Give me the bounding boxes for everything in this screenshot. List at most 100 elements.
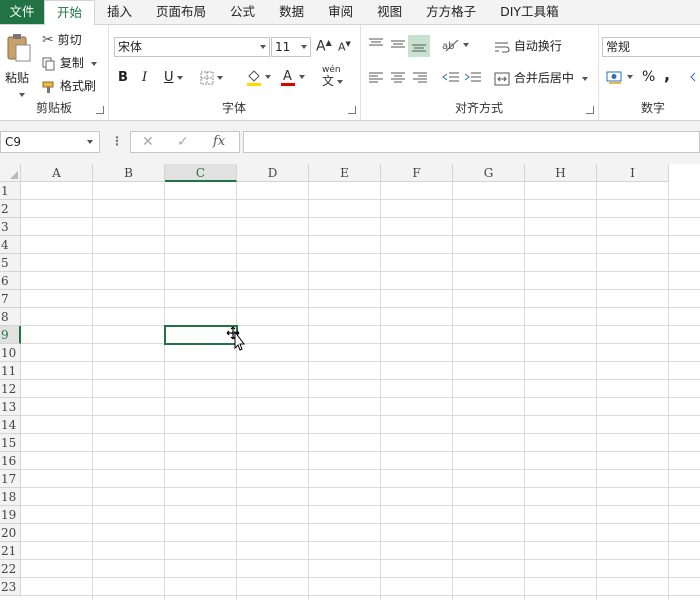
format-painter-button[interactable]: 格式刷 (42, 77, 96, 94)
tab-review[interactable]: 审阅 (316, 0, 365, 24)
align-right-icon[interactable] (412, 71, 428, 83)
column-header-i[interactable]: I (597, 164, 669, 182)
tab-fangfang[interactable]: 方方格子 (414, 0, 488, 24)
row-header-18[interactable]: 18 (0, 488, 21, 506)
tab-formulas[interactable]: 公式 (218, 0, 267, 24)
border-button[interactable] (200, 70, 223, 85)
decrease-indent-icon[interactable] (442, 71, 460, 83)
tab-data[interactable]: 数据 (267, 0, 316, 24)
row-header-19[interactable]: 19 (0, 506, 21, 524)
copy-icon (42, 57, 55, 70)
row-header-5[interactable]: 5 (0, 254, 21, 272)
wrap-text-label: 自动换行 (513, 39, 562, 53)
row-header-6[interactable]: 6 (0, 272, 21, 290)
row-header-13[interactable]: 13 (0, 398, 21, 416)
fill-bucket-icon (247, 70, 261, 86)
column-header-d[interactable]: D (237, 164, 309, 182)
row-header-4[interactable]: 4 (0, 236, 21, 254)
insert-function-icon[interactable]: fx (213, 134, 225, 149)
svg-text:A: A (283, 69, 292, 84)
row-header-22[interactable]: 22 (0, 560, 21, 578)
increase-decimal-icon[interactable] (690, 69, 700, 88)
format-painter-label: 格式刷 (59, 79, 96, 93)
font-color-button[interactable]: A (280, 68, 305, 86)
number-group-label: 数字 (640, 101, 665, 115)
wrap-text-button[interactable]: 自动换行 (494, 37, 562, 54)
column-header-g[interactable]: G (453, 164, 525, 182)
formula-bar-more-icon[interactable]: ⋮ (111, 134, 123, 148)
row-header-8[interactable]: 8 (0, 308, 21, 326)
column-header-b[interactable]: B (93, 164, 165, 182)
merge-dropdown-icon[interactable] (581, 76, 588, 81)
merge-center-button[interactable]: 合并后居中 (494, 69, 588, 86)
bold-button[interactable]: B (118, 70, 128, 85)
confirm-icon[interactable]: ✓ (177, 134, 189, 150)
paste-button[interactable]: 粘贴 (4, 31, 34, 97)
tab-page-layout[interactable]: 页面布局 (144, 0, 218, 24)
worksheet-grid[interactable]: ABCDEFGHI 1 2 3 4 5 6 7 8 9 10 11 12 13 14 15 16 17 18 19 2… (0, 164, 700, 600)
increase-font-button[interactable]: A▲ (316, 38, 332, 55)
font-size-select[interactable]: 11 (271, 37, 311, 57)
row-header-9[interactable]: 9 (0, 326, 21, 344)
phonetic-button[interactable]: wén 文 (322, 65, 344, 88)
row-header-23[interactable]: 23 (0, 578, 21, 596)
select-all-corner[interactable] (0, 164, 21, 182)
column-header-c[interactable]: C (165, 164, 237, 182)
align-bottom-icon (412, 44, 426, 52)
tab-home[interactable]: 开始 (44, 0, 96, 25)
tab-insert[interactable]: 插入 (95, 0, 144, 24)
gridline-horizontal (21, 253, 700, 254)
tab-view[interactable]: 视图 (365, 0, 414, 24)
align-left-icon[interactable] (368, 71, 384, 83)
cancel-icon[interactable]: ✕ (142, 134, 154, 150)
comma-button[interactable]: , (664, 65, 670, 84)
row-header-2[interactable]: 2 (0, 200, 21, 218)
clipboard-dialog-launcher-icon[interactable] (96, 106, 104, 114)
clipboard-group: 粘贴 ✂ 剪切 复制 格式刷 剪贴板 (0, 25, 109, 120)
row-header-15[interactable]: 15 (0, 434, 21, 452)
align-bottom-button[interactable] (408, 35, 430, 57)
row-header-10[interactable]: 10 (0, 344, 21, 362)
row-header-21[interactable]: 21 (0, 542, 21, 560)
row-header-11[interactable]: 11 (0, 362, 21, 380)
gridline-vertical (380, 182, 381, 600)
font-name-select[interactable]: 宋体 (114, 37, 270, 57)
row-header-3[interactable]: 3 (0, 218, 21, 236)
align-middle-icon[interactable] (390, 37, 406, 51)
percent-button[interactable]: % (642, 69, 655, 85)
row-header-16[interactable]: 16 (0, 452, 21, 470)
increase-indent-icon[interactable] (464, 71, 482, 83)
row-header-1[interactable]: 1 (0, 182, 21, 200)
orientation-icon: ab (442, 39, 459, 52)
orientation-button[interactable]: ab (442, 37, 469, 52)
font-dialog-launcher-icon[interactable] (348, 106, 356, 114)
fill-color-button[interactable] (246, 68, 271, 86)
tab-file[interactable]: 文件 (0, 0, 44, 24)
copy-dropdown-icon[interactable] (90, 61, 97, 66)
row-header-14[interactable]: 14 (0, 416, 21, 434)
copy-button[interactable]: 复制 (42, 54, 97, 71)
row-header-20[interactable]: 20 (0, 524, 21, 542)
column-header-e[interactable]: E (309, 164, 381, 182)
underline-button[interactable]: U (164, 70, 183, 85)
row-header-7[interactable]: 7 (0, 290, 21, 308)
alignment-dialog-launcher-icon[interactable] (586, 106, 594, 114)
italic-button[interactable]: I (142, 70, 147, 85)
increase-font-icon: A (316, 38, 326, 55)
row-header-12[interactable]: 12 (0, 380, 21, 398)
tab-diy-toolbox[interactable]: DIY工具箱 (488, 0, 570, 24)
number-format-select[interactable]: 常规 (602, 37, 700, 57)
row-header-17[interactable]: 17 (0, 470, 21, 488)
cut-button[interactable]: ✂ 剪切 (42, 31, 82, 48)
align-center-icon[interactable] (390, 71, 406, 83)
accounting-format-button[interactable] (606, 69, 633, 85)
align-top-icon[interactable] (368, 37, 384, 51)
column-header-a[interactable]: A (21, 164, 93, 182)
gridline-horizontal (21, 523, 700, 524)
decrease-font-button[interactable]: A▼ (338, 40, 351, 54)
formula-input[interactable] (243, 131, 700, 153)
name-box[interactable]: C9 (0, 131, 100, 153)
column-header-h[interactable]: H (525, 164, 597, 182)
column-header-f[interactable]: F (381, 164, 453, 182)
underline-dropdown-icon[interactable] (176, 75, 183, 80)
